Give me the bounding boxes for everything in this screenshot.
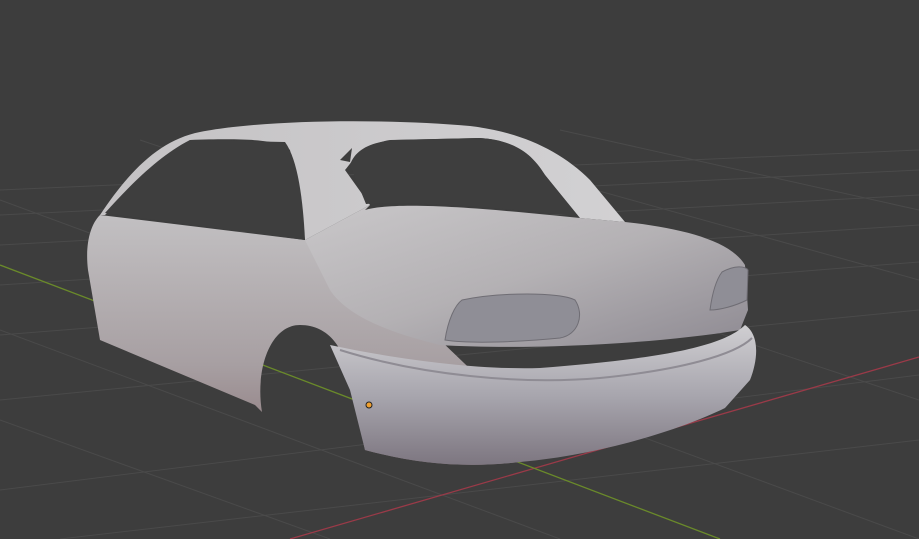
3d-viewport[interactable] <box>0 0 919 539</box>
viewport-canvas[interactable] <box>0 0 919 539</box>
object-origin-point[interactable] <box>365 401 373 409</box>
car-body-mesh[interactable] <box>87 121 757 465</box>
left-tail-light <box>444 293 580 343</box>
